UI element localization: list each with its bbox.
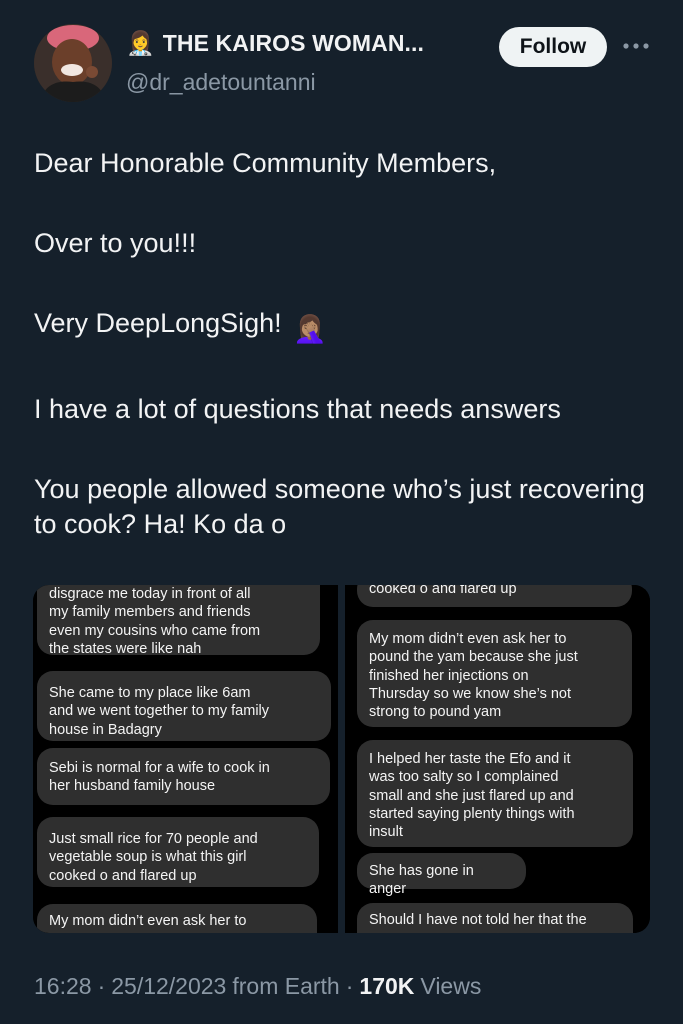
chat-screenshot-left: disgrace me today in front of all my fam…	[33, 585, 338, 933]
tweet-paragraph: Dear Honorable Community Members,	[34, 148, 497, 178]
chat-bubble: Should I have not told her that the	[357, 903, 633, 933]
views-count: 170K	[359, 973, 415, 999]
tweet-paragraph: Over to you!!!	[34, 228, 197, 258]
views-label: Views	[420, 973, 482, 999]
facepalm-emoji-icon: 🤦🏽‍♀️	[293, 314, 327, 344]
chat-bubble: She has gone in anger	[357, 853, 526, 897]
meta-separator: ·	[97, 973, 106, 999]
tweet-header: 👩‍⚕️ THE KAIROS WOMAN... @dr_adetountann…	[0, 0, 683, 110]
chat-bubble: cooked o and flared up	[357, 585, 632, 607]
chat-bubble: She came to my place like 6am and we wen…	[37, 671, 331, 741]
chat-bubble: disgrace me today in front of all my fam…	[37, 585, 320, 657]
author-handle[interactable]: @dr_adetountanni	[126, 69, 316, 96]
tweet-date[interactable]: 25/12/2023	[111, 973, 226, 1000]
avatar[interactable]	[34, 24, 112, 102]
author-badge-emoji: 👩‍⚕️	[126, 30, 155, 56]
author-name-row[interactable]: 👩‍⚕️ THE KAIROS WOMAN...	[126, 30, 424, 57]
more-icon[interactable]	[621, 34, 651, 58]
chat-bubble: Sebi is normal for a wife to cook in her…	[37, 748, 330, 805]
chat-bubble: My mom didn’t even ask her to pound the …	[357, 620, 632, 727]
tweet-time[interactable]: 16:28	[34, 973, 92, 1000]
tweet-paragraph: You people allowed someone who’s just re…	[34, 474, 645, 539]
avatar-photo	[34, 24, 112, 102]
meta-separator: ·	[345, 973, 354, 999]
chat-bubble: Just small rice for 70 people and vegeta…	[37, 817, 319, 887]
chat-bubble: My mom didn’t even ask her to	[37, 904, 317, 933]
tweet-meta: 16:28 · 25/12/2023 from Earth · 170K Vie…	[34, 973, 481, 1000]
author-display-name[interactable]: THE KAIROS WOMAN...	[163, 30, 424, 57]
tweet-paragraph: Very DeepLongSigh! 🤦🏽‍♀️	[34, 306, 654, 347]
image-divider	[338, 585, 345, 933]
tweet-paragraph: I have a lot of questions that needs ans…	[34, 394, 561, 424]
tweet-paragraph-text: Very DeepLongSigh!	[34, 308, 282, 338]
tweet-text: Dear Honorable Community Members, Over t…	[34, 146, 654, 585]
media-image[interactable]: disgrace me today in front of all my fam…	[33, 585, 650, 933]
chat-screenshot-right: cooked o and flared up My mom didn’t eve…	[345, 585, 650, 933]
chat-bubble: I helped her taste the Efo and it was to…	[357, 740, 633, 847]
follow-button[interactable]: Follow	[499, 27, 607, 67]
tweet-source: from Earth	[232, 973, 340, 999]
